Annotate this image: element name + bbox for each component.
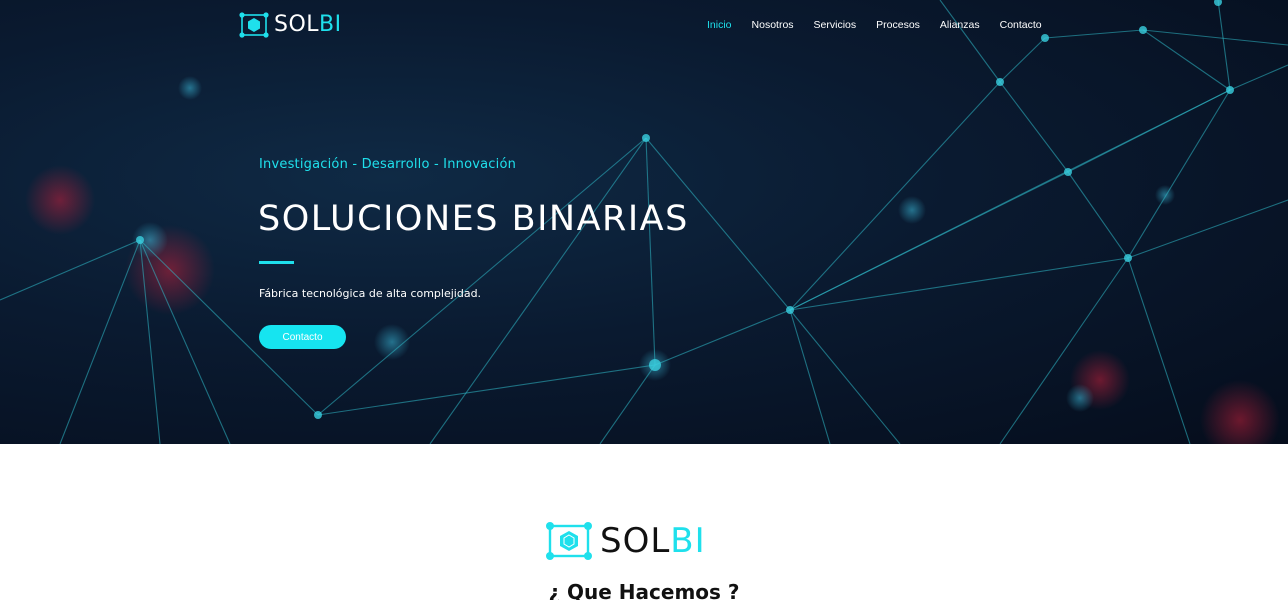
- brand-text-main: SOL: [600, 521, 671, 561]
- logo-text-accent: BI: [319, 12, 342, 37]
- logo-text: SOLBI: [274, 11, 342, 39]
- title-divider: [259, 261, 294, 264]
- logo-hex-icon: [239, 12, 269, 38]
- header-logo[interactable]: SOLBI: [238, 11, 342, 39]
- nav-item-procesos[interactable]: Procesos: [876, 17, 920, 33]
- main-nav: Inicio Nosotros Servicios Procesos Alian…: [707, 17, 1042, 33]
- brand-text: SOLBI: [600, 520, 706, 562]
- section-heading: ¿ Que Hacemos ?: [548, 580, 740, 600]
- hero-section: SOLBI Inicio Nosotros Servicios Procesos…: [0, 0, 1288, 444]
- contact-button[interactable]: Contacto: [259, 325, 346, 349]
- brand-text-accent: BI: [670, 521, 706, 561]
- hero-title: SOLUCIONES BINARIAS: [258, 199, 689, 239]
- nav-item-alianzas[interactable]: Alianzas: [940, 17, 980, 33]
- hero-tagline: Investigación - Desarrollo - Innovación: [259, 157, 517, 172]
- hero-subtitle: Fábrica tecnológica de alta complejidad.: [259, 287, 482, 300]
- nav-item-nosotros[interactable]: Nosotros: [752, 17, 794, 33]
- brand-hex-icon: [546, 522, 592, 560]
- brand-logo: SOLBI: [544, 520, 706, 562]
- nav-item-contacto[interactable]: Contacto: [1000, 17, 1042, 33]
- nav-item-servicios[interactable]: Servicios: [814, 17, 857, 33]
- nav-item-inicio[interactable]: Inicio: [707, 17, 732, 33]
- logo-text-main: SOL: [274, 12, 320, 37]
